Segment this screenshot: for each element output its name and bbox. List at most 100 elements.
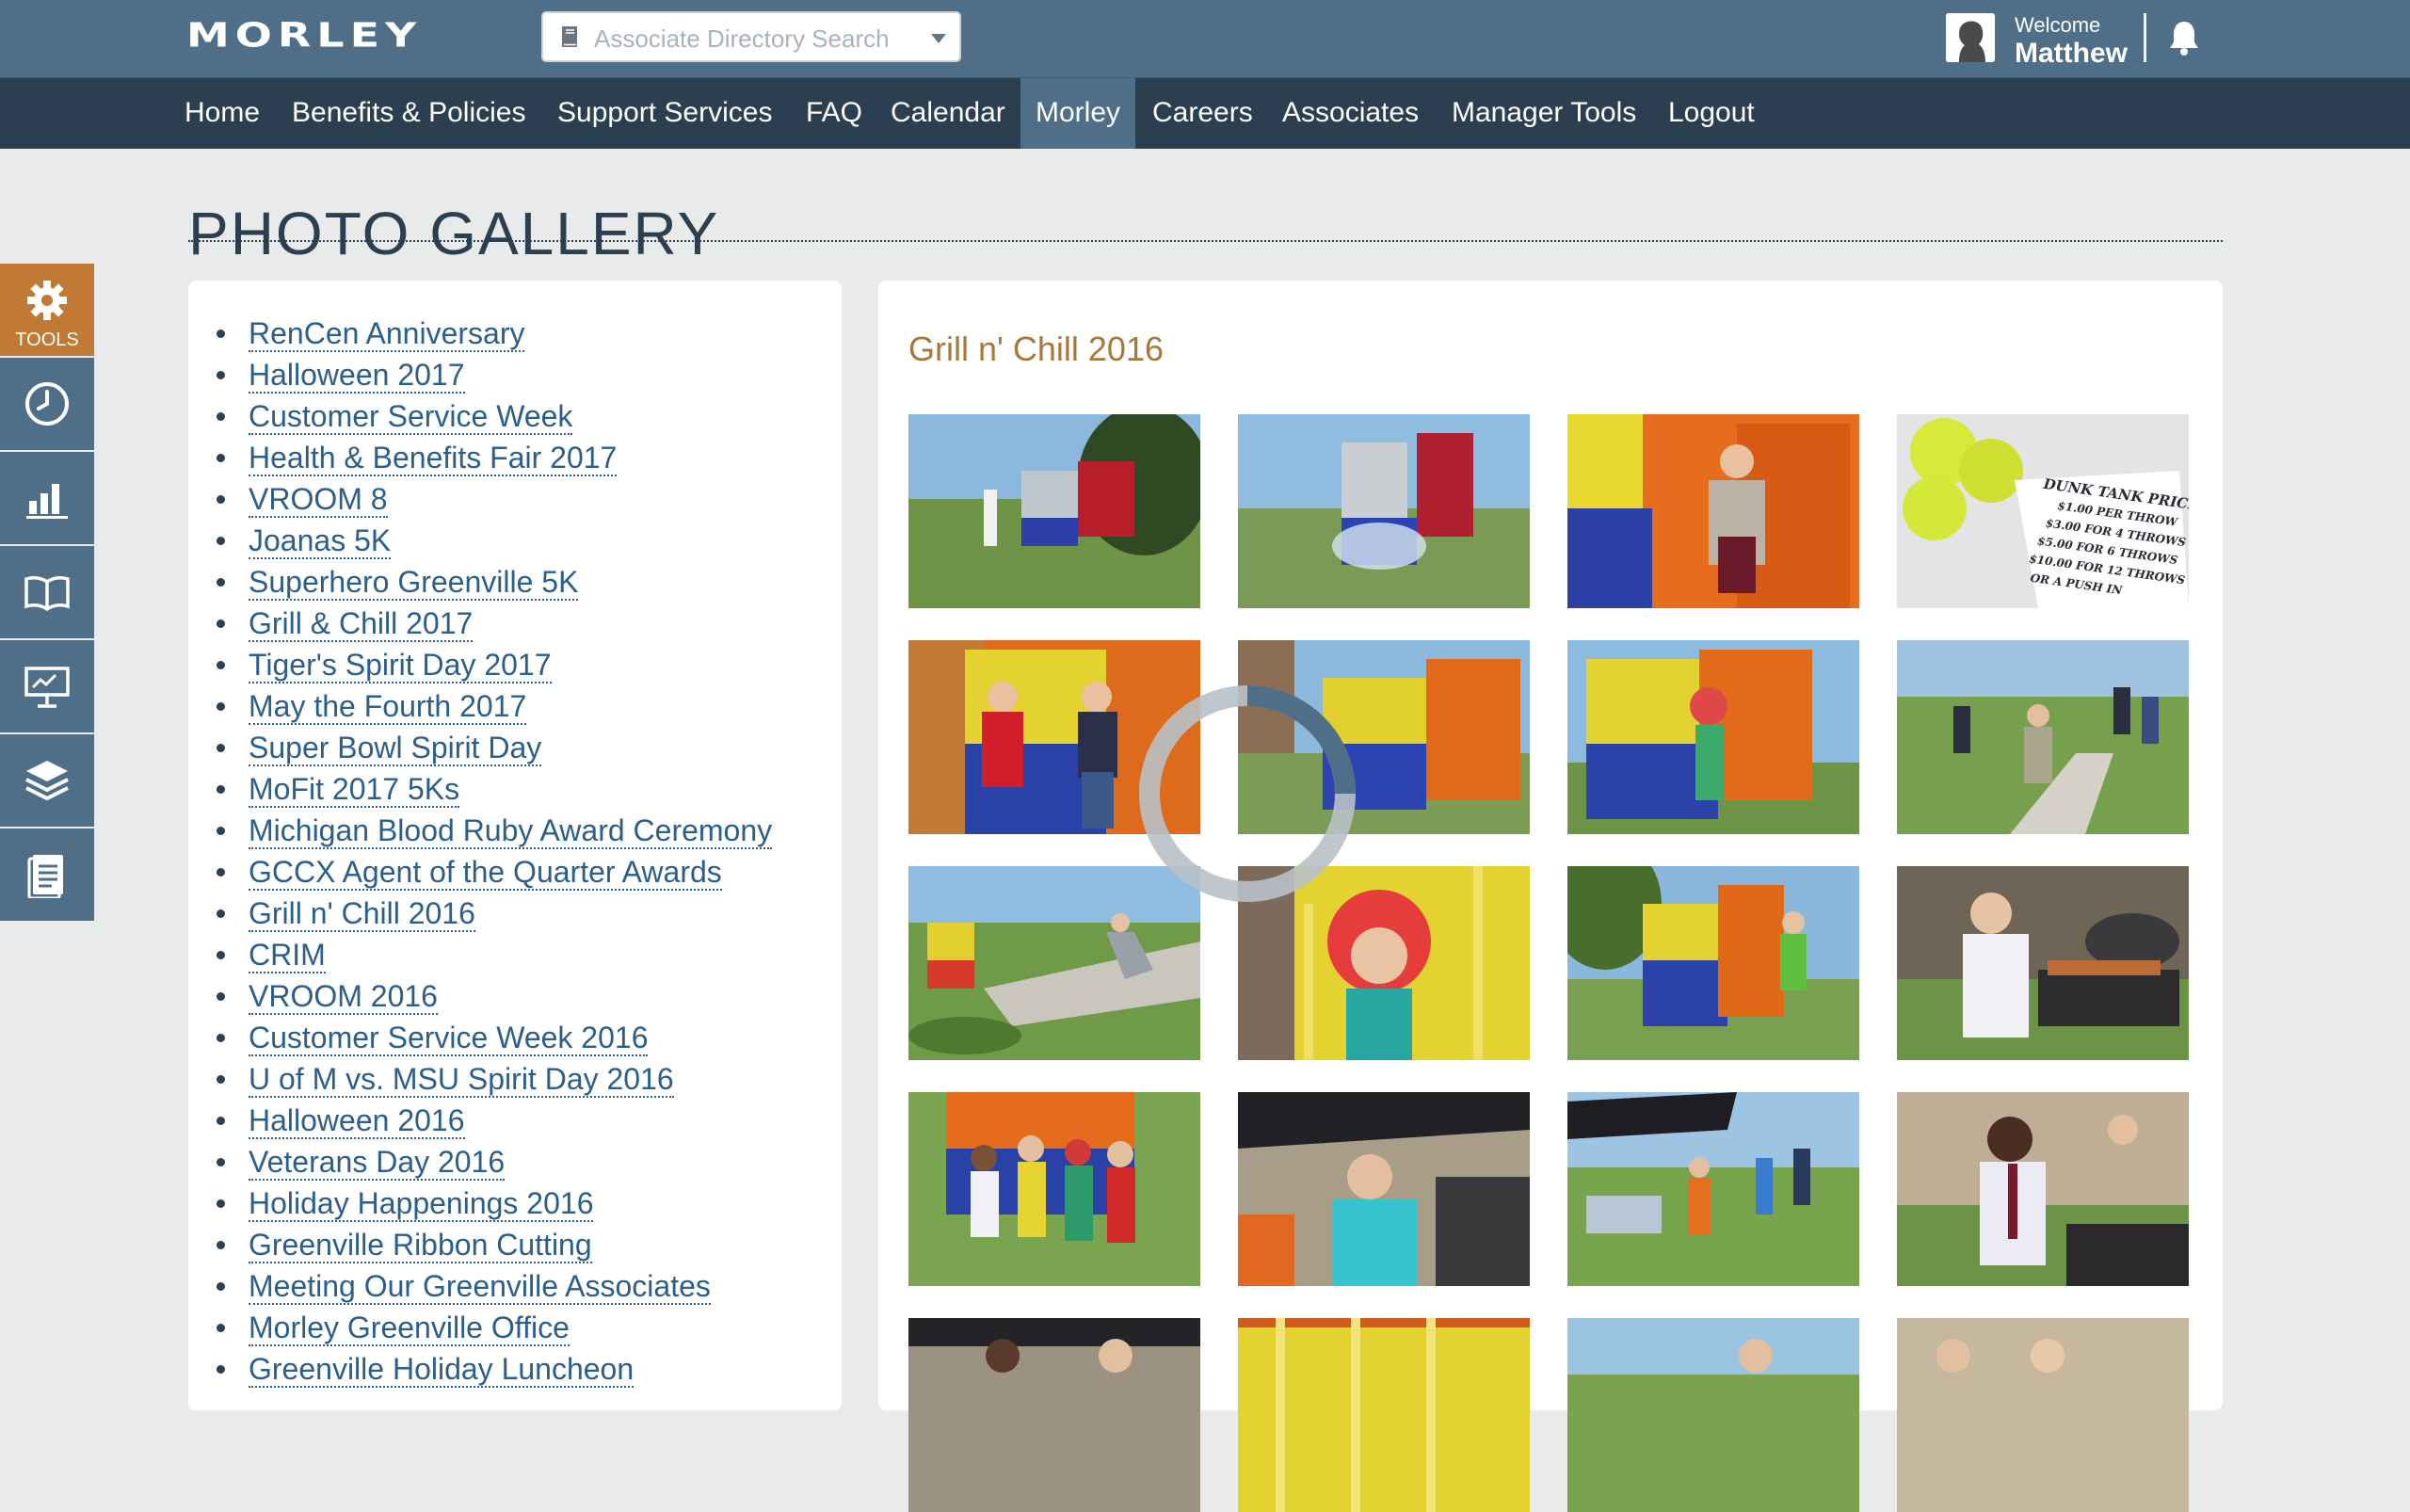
book-icon bbox=[562, 26, 577, 47]
presentation-icon bbox=[24, 667, 70, 708]
album-link-super-bowl-spirit-day[interactable]: Super Bowl Spirit Day bbox=[249, 731, 542, 766]
album-link-customer-service-week[interactable]: Customer Service Week bbox=[249, 399, 573, 435]
list-item: GCCX Agent of the Quarter Awards bbox=[188, 851, 842, 893]
list-item: Super Bowl Spirit Day bbox=[188, 727, 842, 768]
nav-morley[interactable]: Morley bbox=[1020, 78, 1136, 149]
chevron-down-icon[interactable] bbox=[931, 34, 946, 43]
list-item: Greenville Ribbon Cutting bbox=[188, 1224, 842, 1265]
list-item: VROOM 8 bbox=[188, 478, 842, 520]
album-link-rencen-anniversary[interactable]: RenCen Anniversary bbox=[249, 316, 525, 352]
photo-thumbnail[interactable] bbox=[908, 1092, 1200, 1286]
list-item: CRIM bbox=[188, 934, 842, 975]
album-link-michigan-blood-ruby-award[interactable]: Michigan Blood Ruby Award Ceremony bbox=[249, 813, 773, 849]
chart-tool[interactable] bbox=[0, 452, 94, 546]
photo-thumbnail[interactable] bbox=[1238, 414, 1530, 608]
album-link-tigers-spirit-day-2017[interactable]: Tiger's Spirit Day 2017 bbox=[249, 648, 552, 684]
nav-associates[interactable]: Associates bbox=[1282, 78, 1419, 149]
photo-thumbnail[interactable] bbox=[1567, 414, 1859, 608]
album-link-grill-chill-2017[interactable]: Grill & Chill 2017 bbox=[249, 606, 474, 642]
album-link-vroom-2016[interactable]: VROOM 2016 bbox=[249, 979, 438, 1015]
album-list: RenCen Anniversary Halloween 2017 Custom… bbox=[188, 281, 842, 1390]
photo-thumbnail[interactable] bbox=[1567, 866, 1859, 1060]
photo-thumbnail[interactable] bbox=[1567, 1092, 1859, 1286]
nav-faq[interactable]: FAQ bbox=[806, 78, 862, 149]
photo-thumbnail[interactable] bbox=[908, 1318, 1200, 1512]
list-item: Halloween 2016 bbox=[188, 1100, 842, 1141]
nav-logout[interactable]: Logout bbox=[1668, 78, 1755, 149]
header-divider bbox=[2144, 13, 2146, 62]
photo-thumbnail[interactable]: DUNK TANK PRICES $1.00 PER THROW $3.00 F… bbox=[1897, 414, 2189, 608]
top-header: MORLEY Welcome Matthew bbox=[0, 0, 2410, 78]
directory-search-input[interactable] bbox=[592, 21, 916, 56]
photo-thumbnail[interactable] bbox=[1567, 1318, 1859, 1512]
welcome-block[interactable]: Welcome Matthew bbox=[2015, 15, 2128, 68]
avatar[interactable] bbox=[1946, 13, 1995, 62]
album-link-may-the-fourth-2017[interactable]: May the Fourth 2017 bbox=[249, 689, 527, 725]
layers-icon bbox=[25, 761, 69, 801]
main-nav: Home Benefits & Policies Support Service… bbox=[0, 78, 2410, 149]
album-link-health-benefits-fair-2017[interactable]: Health & Benefits Fair 2017 bbox=[249, 441, 618, 476]
photo-thumbnail[interactable] bbox=[1897, 1092, 2189, 1286]
album-link-halloween-2017[interactable]: Halloween 2017 bbox=[249, 358, 465, 394]
photo-thumbnail[interactable] bbox=[1238, 1092, 1530, 1286]
album-link-halloween-2016[interactable]: Halloween 2016 bbox=[249, 1103, 465, 1139]
nav-benefits-policies[interactable]: Benefits & Policies bbox=[292, 78, 525, 149]
list-item: Meeting Our Greenville Associates bbox=[188, 1265, 842, 1307]
album-link-mofit-2017-5ks[interactable]: MoFit 2017 5Ks bbox=[249, 772, 460, 808]
photo-thumbnail[interactable] bbox=[1897, 866, 2189, 1060]
photo-thumbnail[interactable] bbox=[1897, 1318, 2189, 1512]
bell-icon[interactable] bbox=[2167, 19, 2201, 56]
book-tool[interactable] bbox=[0, 546, 94, 640]
list-item: VROOM 2016 bbox=[188, 975, 842, 1017]
album-link-greenville-ribbon-cutting[interactable]: Greenville Ribbon Cutting bbox=[249, 1228, 592, 1263]
clock-tool[interactable] bbox=[0, 358, 94, 452]
album-link-joanas-5k[interactable]: Joanas 5K bbox=[249, 523, 392, 559]
photo-thumbnail[interactable] bbox=[908, 414, 1200, 608]
album-link-greenville-holiday-luncheon[interactable]: Greenville Holiday Luncheon bbox=[249, 1352, 635, 1388]
list-item: Tiger's Spirit Day 2017 bbox=[188, 644, 842, 685]
associate-directory-search[interactable] bbox=[541, 11, 961, 62]
nav-careers[interactable]: Careers bbox=[1152, 78, 1253, 149]
list-item: RenCen Anniversary bbox=[188, 313, 842, 354]
album-link-holiday-happenings-2016[interactable]: Holiday Happenings 2016 bbox=[249, 1186, 594, 1222]
album-link-customer-service-week-2016[interactable]: Customer Service Week 2016 bbox=[249, 1021, 649, 1056]
list-item: MoFit 2017 5Ks bbox=[188, 768, 842, 810]
user-silhouette-icon bbox=[1946, 13, 1995, 62]
photo-grid: DUNK TANK PRICES $1.00 PER THROW $3.00 F… bbox=[908, 414, 2191, 1512]
list-item: Customer Service Week bbox=[188, 395, 842, 437]
side-toolbar: TOOLS bbox=[0, 264, 94, 923]
document-tool[interactable] bbox=[0, 828, 94, 923]
album-link-gccx-agent-awards[interactable]: GCCX Agent of the Quarter Awards bbox=[249, 855, 722, 891]
list-item: Halloween 2017 bbox=[188, 354, 842, 395]
layers-tool[interactable] bbox=[0, 734, 94, 828]
list-item: Greenville Holiday Luncheon bbox=[188, 1348, 842, 1390]
nav-home[interactable]: Home bbox=[185, 78, 260, 149]
loading-spinner bbox=[1139, 685, 1356, 902]
gear-icon bbox=[27, 281, 67, 320]
album-link-meeting-greenville-associates[interactable]: Meeting Our Greenville Associates bbox=[249, 1269, 711, 1305]
dunk-tank-trees-photo bbox=[1567, 866, 1859, 1060]
redhead-dunk-tank-photo bbox=[1567, 640, 1859, 834]
nav-support-services[interactable]: Support Services bbox=[557, 78, 772, 149]
album-link-crim[interactable]: CRIM bbox=[249, 938, 326, 973]
nav-manager-tools[interactable]: Manager Tools bbox=[1452, 78, 1636, 149]
photo-thumbnail[interactable] bbox=[1567, 640, 1859, 834]
album-link-vroom-8[interactable]: VROOM 8 bbox=[249, 482, 388, 518]
gallery-panel: Grill n' Chill 2016 DUNK TANK PRICES $1.… bbox=[878, 281, 2223, 1512]
album-link-u-of-m-vs-msu-2016[interactable]: U of M vs. MSU Spirit Day 2016 bbox=[249, 1062, 674, 1098]
dunk-tank-lawn-photo bbox=[908, 414, 1200, 608]
album-link-superhero-greenville-5k[interactable]: Superhero Greenville 5K bbox=[249, 565, 579, 601]
album-link-veterans-day-2016[interactable]: Veterans Day 2016 bbox=[249, 1145, 506, 1181]
tent-crowd-photo bbox=[908, 1318, 1200, 1512]
page-title: PHOTO GALLERY bbox=[188, 199, 720, 267]
list-item: May the Fourth 2017 bbox=[188, 685, 842, 727]
photo-thumbnail[interactable] bbox=[1897, 640, 2189, 834]
tools-button[interactable]: TOOLS bbox=[0, 264, 94, 358]
album-link-morley-greenville-office[interactable]: Morley Greenville Office bbox=[249, 1311, 570, 1346]
nav-calendar[interactable]: Calendar bbox=[891, 78, 1005, 149]
album-link-grill-n-chill-2016[interactable]: Grill n' Chill 2016 bbox=[249, 896, 475, 932]
morley-logo[interactable]: MORLEY bbox=[186, 15, 422, 55]
photo-thumbnail[interactable] bbox=[1238, 1318, 1530, 1512]
document-icon bbox=[27, 855, 63, 898]
presentation-tool[interactable] bbox=[0, 640, 94, 734]
